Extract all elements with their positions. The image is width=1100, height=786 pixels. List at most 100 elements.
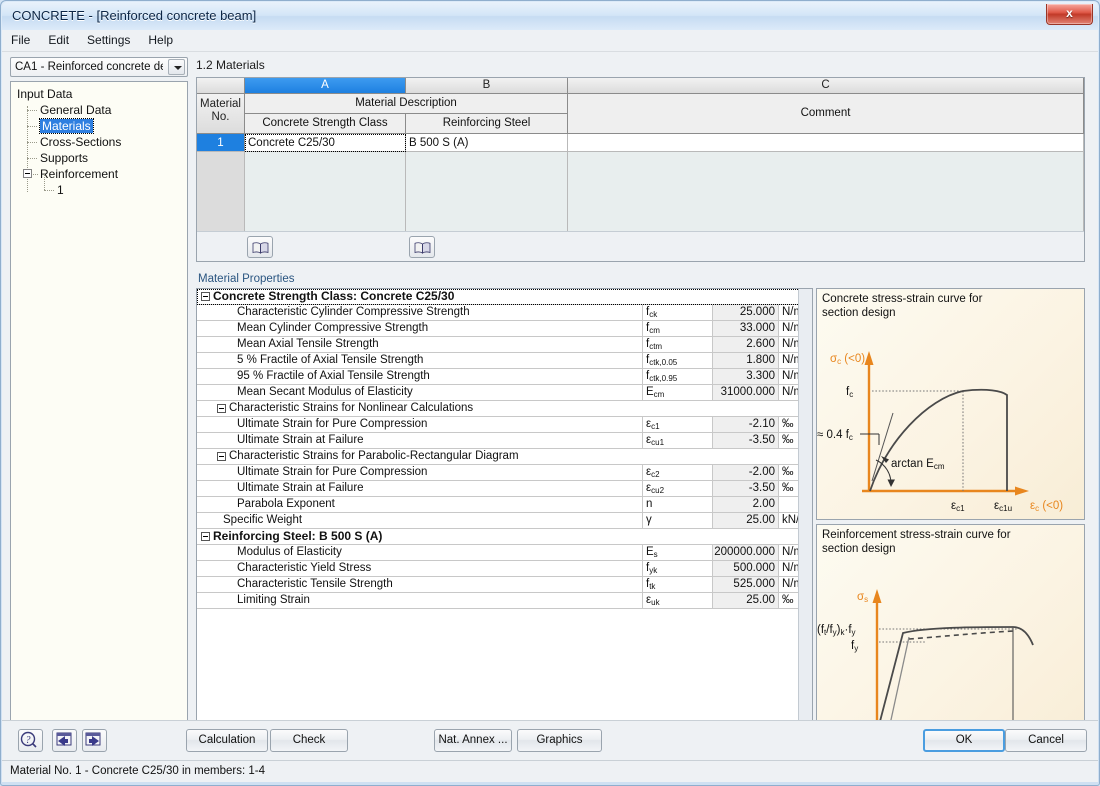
properties-row[interactable]: Ultimate Strain at Failure εcu1 -3.50 ‰	[197, 433, 812, 449]
properties-row[interactable]: Modulus of ElasticityEs200000.000N/mm2	[197, 545, 812, 561]
library-icon	[252, 242, 269, 254]
properties-row[interactable]: Mean Cylinder Compressive Strength fcm 33.…	[197, 321, 812, 337]
sidebar-item-reinforcement-1[interactable]: 1	[11, 174, 187, 198]
property-value[interactable]: -3.50	[713, 433, 779, 449]
design-case-combo[interactable]: CA1 - Reinforced concrete desi	[10, 57, 188, 77]
grid-empty-a[interactable]	[245, 152, 406, 231]
properties-group-header[interactable]: Concrete Strength Class: Concrete C25/30	[197, 289, 810, 305]
application-window: CONCRETE - [Reinforced concrete beam] x …	[0, 0, 1100, 786]
national-annex-button[interactable]: Nat. Annex ...	[434, 729, 512, 752]
menu-edit[interactable]: Edit	[39, 30, 78, 50]
properties-row[interactable]: 95 % Fractile of Axial Tensile Strength f…	[197, 369, 812, 385]
property-value[interactable]: 200000.000	[713, 545, 779, 561]
property-value[interactable]: 500.000	[713, 561, 779, 577]
previous-button[interactable]	[52, 729, 77, 752]
properties-row[interactable]: Ultimate Strain at Failure εcu2 -3.50 ‰	[197, 481, 812, 497]
property-value[interactable]: -2.00	[713, 465, 779, 481]
graphics-button[interactable]: Graphics	[517, 729, 602, 752]
sidebar-item-materials[interactable]: Materials	[11, 118, 187, 134]
properties-scrollbar[interactable]	[798, 289, 812, 755]
menu-help[interactable]: Help	[139, 30, 182, 50]
properties-row[interactable]: 5 % Fractile of Axial Tensile Strength fc…	[197, 353, 812, 369]
properties-row[interactable]: Mean Axial Tensile Strengthfctm2.600N/mm…	[197, 337, 812, 353]
property-value[interactable]: -2.10	[713, 417, 779, 433]
concrete-curve-title-line1: Concrete stress-strain curve for	[822, 293, 983, 305]
next-button[interactable]	[82, 729, 107, 752]
cell-concrete-strength-class[interactable]: Concrete C25/30	[245, 134, 406, 152]
properties-row[interactable]: Mean Secant Modulus of Elasticity Ecm 3100…	[197, 385, 812, 401]
sidebar-item-supports[interactable]: Supports	[11, 150, 187, 166]
sidebar-item-reinforcement[interactable]: Reinforcement	[11, 166, 187, 182]
property-value[interactable]: 31000.000	[713, 385, 779, 401]
materials-grid[interactable]: A B C Material No. Material Description …	[196, 77, 1085, 262]
properties-group-header[interactable]: Characteristic Strains for Nonlinear Cal…	[197, 401, 812, 417]
properties-row[interactable]: Characteristic Yield Stressfyk500.000N/m…	[197, 561, 812, 577]
property-value[interactable]: 2.00	[713, 497, 779, 513]
row-header-line1: Material	[200, 98, 241, 110]
steel-library-button[interactable]	[409, 236, 435, 258]
chevron-down-icon[interactable]	[168, 59, 185, 75]
cell-reinforcing-steel[interactable]: B 500 S (A)	[406, 134, 568, 152]
property-value[interactable]: 25.00	[713, 513, 779, 529]
ok-button[interactable]: OK	[923, 729, 1005, 752]
property-value[interactable]: 525.000	[713, 577, 779, 593]
property-value[interactable]: 25.00	[713, 593, 779, 609]
tree-root-input-data[interactable]: Input Data	[11, 86, 187, 102]
sidebar-item-label-general-data: General Data	[40, 103, 112, 117]
properties-row[interactable]: Characteristic Tensile Strength ftk 525.00…	[197, 577, 812, 593]
close-button[interactable]: x	[1046, 4, 1093, 25]
collapse-icon[interactable]	[201, 292, 210, 301]
properties-group-label: Characteristic Strains for Nonlinear Cal…	[229, 402, 474, 414]
steel-fy-label: fy	[851, 640, 858, 653]
property-symbol: γ	[643, 513, 713, 529]
material-properties-table[interactable]: Concrete Strength Class: Concrete C25/30…	[196, 288, 813, 756]
grid-empty-c[interactable]	[568, 152, 1084, 231]
property-value[interactable]: 25.000	[713, 305, 779, 321]
property-value[interactable]: 1.800	[713, 353, 779, 369]
concrete-library-button[interactable]	[247, 236, 273, 258]
check-button[interactable]: Check	[270, 729, 348, 752]
column-header-a[interactable]: A	[245, 78, 406, 94]
steel-curve-title: Reinforcement stress-strain curve for se…	[822, 528, 1011, 556]
property-description: Ultimate Strain at Failure	[197, 433, 643, 449]
properties-row[interactable]: Limiting Strain εuk 25.00 ‰	[197, 593, 812, 609]
property-symbol: n	[643, 497, 713, 513]
grid-corner	[197, 78, 245, 94]
collapse-icon[interactable]	[217, 404, 226, 413]
properties-row[interactable]: Ultimate Strain for Pure Compression εc2-…	[197, 465, 812, 481]
column-header-b[interactable]: B	[406, 78, 568, 94]
collapse-icon[interactable]	[201, 532, 210, 541]
column-header-c[interactable]: C	[568, 78, 1084, 94]
grid-empty-b[interactable]	[406, 152, 568, 231]
property-value[interactable]: 33.000	[713, 321, 779, 337]
property-value[interactable]: -3.50	[713, 481, 779, 497]
sidebar-item-general-data[interactable]: General Data	[11, 102, 187, 118]
properties-row[interactable]: Ultimate Strain for Pure Compression εc1-…	[197, 417, 812, 433]
client-area: CA1 - Reinforced concrete desi Input Dat…	[2, 52, 1098, 756]
property-description: 95 % Fractile of Axial Tensile Strength	[197, 369, 643, 385]
help-icon: ?	[20, 731, 37, 748]
property-value[interactable]: 2.600	[713, 337, 779, 353]
menu-settings[interactable]: Settings	[78, 30, 139, 50]
concrete-fc-label: fc	[846, 386, 853, 399]
help-button[interactable]: ?	[18, 729, 43, 752]
table-row-number[interactable]: 1	[197, 134, 245, 152]
collapse-icon[interactable]	[23, 169, 32, 178]
calculation-button[interactable]: Calculation	[186, 729, 268, 752]
property-symbol: εc1	[643, 417, 713, 433]
properties-row[interactable]: Parabola Exponent n 2.00	[197, 497, 812, 513]
sidebar-item-cross-sections[interactable]: Cross-Sections	[11, 134, 187, 150]
property-description: Mean Secant Modulus of Elasticity	[197, 385, 643, 401]
properties-group-header[interactable]: Characteristic Strains for Parabolic-Rec…	[197, 449, 812, 465]
properties-group-header[interactable]: Reinforcing Steel: B 500 S (A)	[197, 529, 812, 545]
cancel-button[interactable]: Cancel	[1005, 729, 1087, 752]
property-symbol: fctm	[643, 337, 713, 353]
navigation-tree[interactable]: Input Data General Data Materials Cross-…	[10, 81, 188, 742]
property-value[interactable]: 3.300	[713, 369, 779, 385]
title-bar: CONCRETE - [Reinforced concrete beam] x	[2, 2, 1098, 30]
menu-file[interactable]: File	[2, 30, 39, 50]
properties-row[interactable]: Specific Weightγ25.00kN/m3	[197, 512, 812, 529]
properties-row[interactable]: Characteristic Cylinder Compressive Stre…	[197, 305, 812, 321]
cell-comment[interactable]	[568, 134, 1084, 152]
collapse-icon[interactable]	[217, 452, 226, 461]
